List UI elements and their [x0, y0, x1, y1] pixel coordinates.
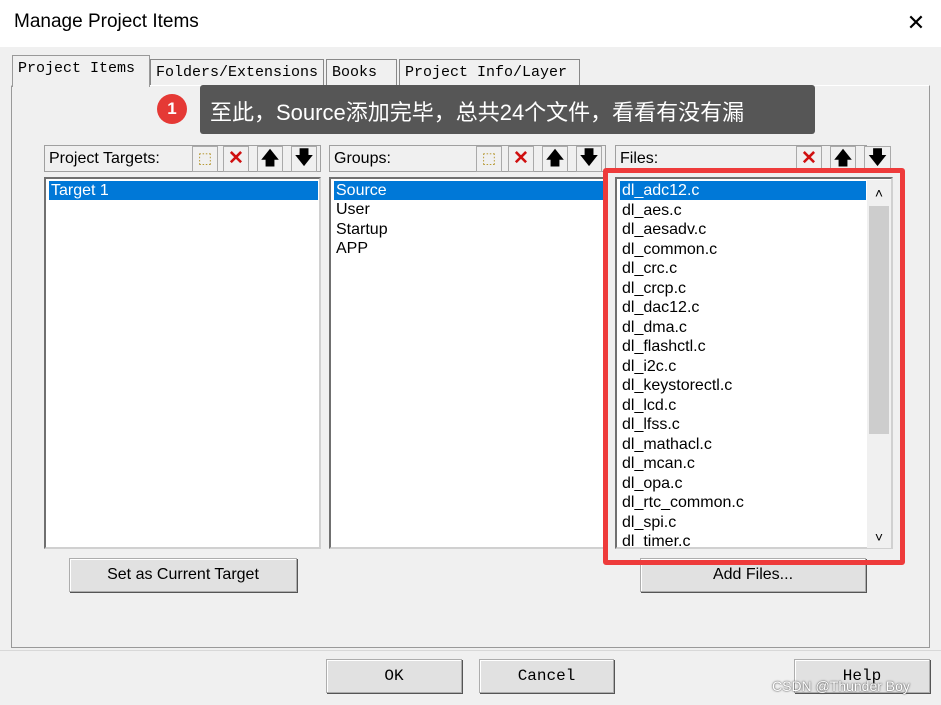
tab-folders-extensions[interactable]: Folders/Extensions	[150, 59, 324, 85]
cancel-button[interactable]: Cancel	[479, 659, 614, 693]
move-down-icon[interactable]: 🡇	[291, 146, 317, 172]
window-title: Manage Project Items	[14, 11, 199, 32]
new-item-icon[interactable]: ⬚	[192, 146, 218, 172]
targets-label: Project Targets:	[49, 150, 160, 167]
move-down-icon[interactable]: 🡇	[576, 146, 602, 172]
highlight-box	[603, 168, 905, 565]
set-as-current-target-button[interactable]: Set as Current Target	[69, 558, 297, 592]
ok-button[interactable]: OK	[326, 659, 462, 693]
annotation-callout: 至此，Source添加完毕，总共24个文件，看看有没有漏	[200, 85, 815, 134]
list-item[interactable]: Target 1	[49, 181, 318, 200]
list-item[interactable]: Source	[334, 181, 603, 200]
tab-project-info-layer[interactable]: Project Info/Layer	[399, 59, 580, 85]
targets-list[interactable]: Target 1	[44, 177, 321, 549]
move-up-icon[interactable]: 🡅	[257, 146, 283, 172]
move-up-icon[interactable]: 🡅	[542, 146, 568, 172]
annotation-badge: 1	[157, 94, 187, 124]
watermark: CSDN @Thunder Boy	[772, 678, 910, 694]
list-item[interactable]: APP	[334, 239, 368, 258]
files-label: Files:	[620, 150, 659, 167]
groups-label: Groups:	[334, 150, 391, 167]
delete-icon[interactable]: ✕	[508, 146, 534, 172]
tab-books[interactable]: Books	[326, 59, 397, 85]
list-item[interactable]: User	[334, 200, 370, 219]
delete-icon[interactable]: ✕	[223, 146, 249, 172]
tab-project-items[interactable]: Project Items	[12, 55, 150, 87]
divider	[0, 650, 941, 651]
list-item[interactable]: Startup	[334, 220, 388, 239]
new-item-icon[interactable]: ⬚	[476, 146, 502, 172]
groups-list[interactable]: Source User Startup APP	[329, 177, 606, 549]
close-icon[interactable]: ✕	[900, 8, 932, 40]
